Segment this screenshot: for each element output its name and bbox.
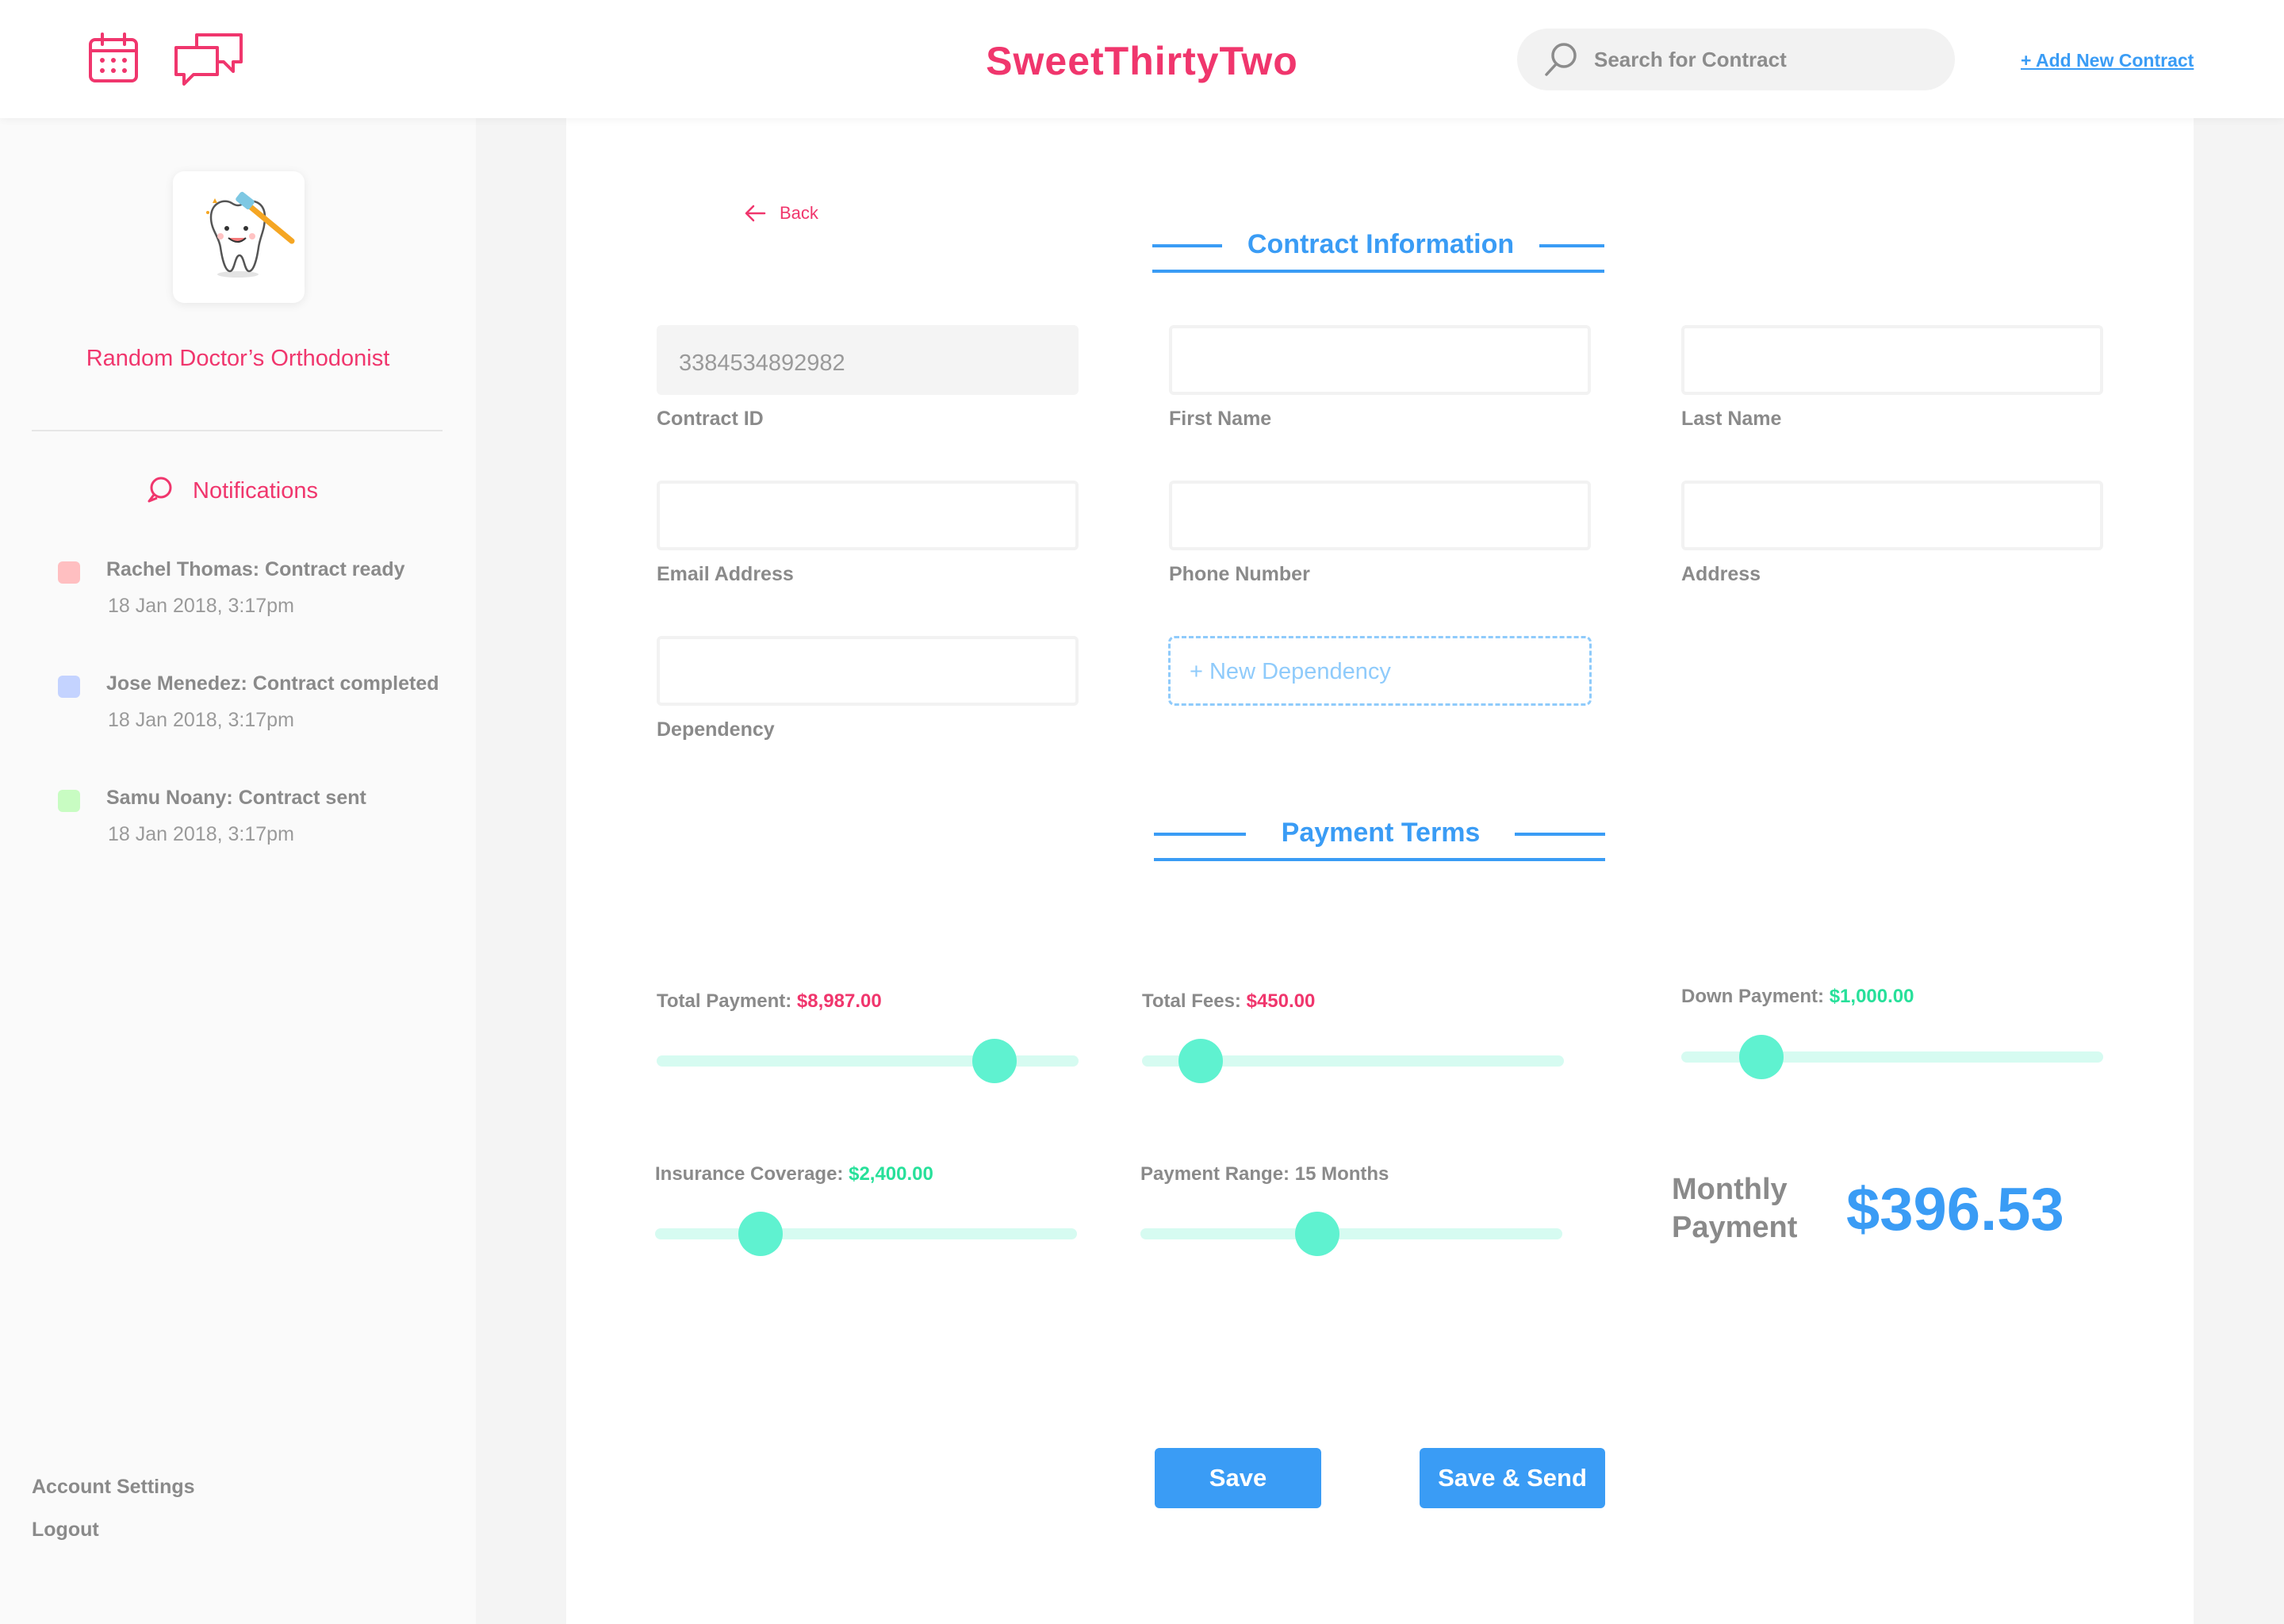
email-label: Email Address bbox=[657, 563, 794, 585]
notification-time: 18 Jan 2018, 3:17pm bbox=[108, 823, 294, 845]
notification-title[interactable]: Samu Noany: Contract sent bbox=[106, 783, 366, 812]
chat-icon[interactable] bbox=[173, 32, 244, 87]
top-header: SweetThirtyTwo Search for Contract + Add… bbox=[0, 0, 2284, 118]
back-arrow-icon[interactable] bbox=[744, 205, 766, 222]
insurance-coverage-label-text: Insurance Coverage: bbox=[655, 1163, 844, 1185]
first-name-field[interactable] bbox=[1169, 325, 1591, 395]
heading-rule-left bbox=[1154, 833, 1246, 836]
monthly-payment-value: $396.53 bbox=[1846, 1176, 2064, 1243]
phone-label: Phone Number bbox=[1169, 563, 1310, 585]
total-fees-label: Total Fees: $450.00 bbox=[1142, 987, 1315, 1016]
notification-status-dot bbox=[58, 676, 80, 698]
total-fees-amount: $450.00 bbox=[1246, 990, 1316, 1012]
tooth-logo bbox=[206, 191, 295, 278]
heading-rule-right bbox=[1515, 833, 1605, 836]
new-dependency-label[interactable]: + New Dependency bbox=[1190, 655, 1391, 688]
contract-information-heading: Contract Information bbox=[1247, 229, 1515, 259]
address-field[interactable] bbox=[1681, 481, 2103, 550]
heading-rule-right bbox=[1539, 244, 1604, 247]
address-label: Address bbox=[1681, 563, 1761, 585]
add-new-contract-link[interactable]: + Add New Contract bbox=[2021, 46, 2194, 75]
notification-bubble-icon bbox=[148, 477, 172, 503]
total-payment-slider-track[interactable] bbox=[657, 1039, 1079, 1083]
search-icon[interactable] bbox=[1543, 41, 1578, 78]
down-payment-slider-knob[interactable] bbox=[1739, 1035, 1784, 1079]
notifications-heading[interactable]: Notifications bbox=[193, 474, 318, 508]
save-button[interactable]: Save bbox=[1155, 1448, 1321, 1508]
total-payment-slider-knob[interactable] bbox=[971, 1039, 1017, 1083]
app-brand-title: SweetThirtyTwo bbox=[986, 39, 1298, 83]
payment-terms-heading: Payment Terms bbox=[1281, 818, 1481, 848]
notification-title[interactable]: Jose Menedez: Contract completed bbox=[106, 669, 439, 698]
calendar-icon[interactable] bbox=[87, 32, 140, 84]
clinic-logo bbox=[173, 171, 305, 303]
clinic-name: Random Doctor’s Orthodonist bbox=[86, 346, 390, 371]
notification-time: 18 Jan 2018, 3:17pm bbox=[108, 709, 294, 731]
phone-field[interactable] bbox=[1169, 481, 1591, 550]
payment-range-slider-track[interactable] bbox=[1140, 1212, 1562, 1256]
down-payment-label-text: Down Payment: bbox=[1681, 986, 1825, 1007]
total-fees-label-text: Total Fees: bbox=[1142, 990, 1241, 1012]
save-and-send-button[interactable]: Save & Send bbox=[1420, 1448, 1605, 1508]
down-payment-label: Down Payment: $1,000.00 bbox=[1681, 982, 1914, 1011]
total-payment-label-text: Total Payment: bbox=[657, 990, 792, 1012]
dependency-label: Dependency bbox=[657, 718, 775, 741]
down-payment-amount: $1,000.00 bbox=[1829, 986, 1914, 1007]
notification-status-dot bbox=[58, 561, 80, 584]
total-payment-label: Total Payment: $8,987.00 bbox=[657, 987, 882, 1016]
insurance-coverage-slider-knob[interactable] bbox=[738, 1212, 783, 1256]
account-settings-link[interactable]: Account Settings bbox=[32, 1473, 195, 1501]
dependency-field[interactable] bbox=[657, 636, 1079, 706]
payment-range-label: Payment Range: 15 Months bbox=[1140, 1163, 1389, 1185]
total-payment-amount: $8,987.00 bbox=[796, 990, 882, 1012]
sidebar-divider bbox=[32, 430, 443, 431]
insurance-coverage-amount: $2,400.00 bbox=[849, 1163, 933, 1185]
monthly-payment-label: Monthly Payment bbox=[1672, 1173, 1798, 1244]
logout-link[interactable]: Logout bbox=[32, 1515, 99, 1544]
heading-rule-left bbox=[1152, 244, 1222, 247]
insurance-coverage-label: Insurance Coverage: $2,400.00 bbox=[655, 1160, 933, 1189]
notification-time: 18 Jan 2018, 3:17pm bbox=[108, 595, 294, 617]
total-fees-slider-track[interactable] bbox=[1142, 1039, 1564, 1083]
notification-title[interactable]: Rachel Thomas: Contract ready bbox=[106, 555, 405, 584]
contract-id-value: 3384534892982 bbox=[679, 350, 845, 376]
notification-status-dot bbox=[58, 790, 80, 812]
heading-underline bbox=[1154, 858, 1605, 861]
email-field[interactable] bbox=[657, 481, 1079, 550]
heading-underline bbox=[1152, 270, 1604, 273]
contract-id-label: Contract ID bbox=[657, 408, 764, 430]
last-name-field[interactable] bbox=[1681, 325, 2103, 395]
last-name-label: Last Name bbox=[1681, 408, 1782, 430]
back-link[interactable]: Back bbox=[780, 200, 818, 227]
contract-id-field[interactable]: 3384534892982 bbox=[657, 325, 1079, 395]
first-name-label: First Name bbox=[1169, 408, 1272, 430]
search-input[interactable]: Search for Contract bbox=[1594, 43, 1787, 76]
down-payment-slider-track[interactable] bbox=[1681, 1035, 2103, 1079]
insurance-coverage-slider-track[interactable] bbox=[655, 1212, 1077, 1256]
